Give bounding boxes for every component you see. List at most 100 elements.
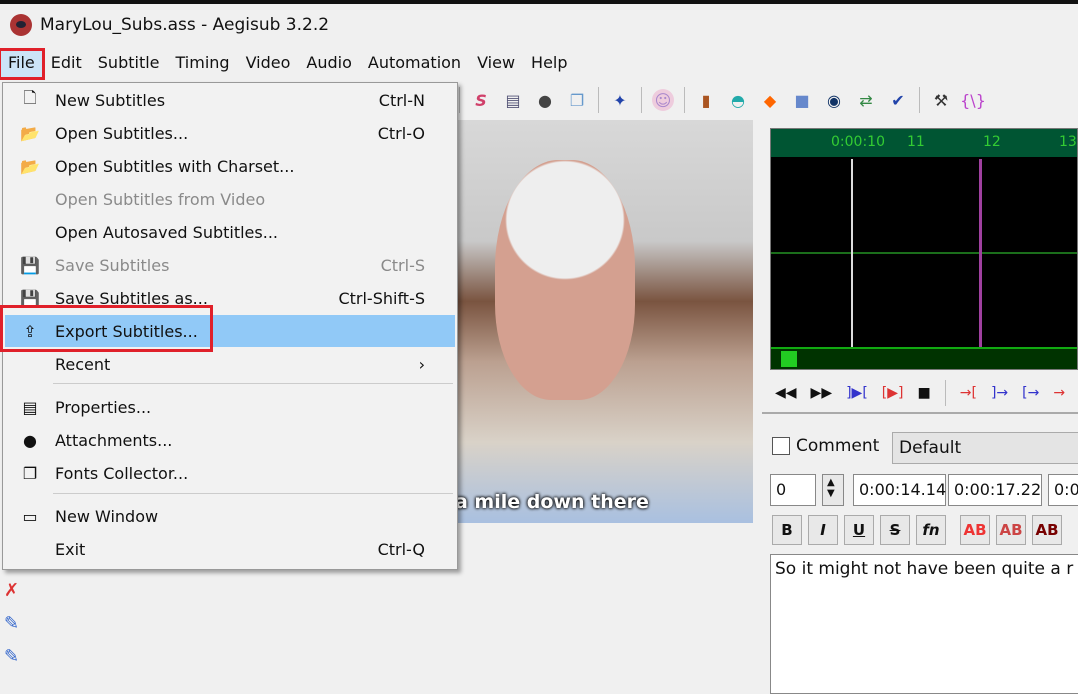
translation-icon[interactable]: ◓	[727, 89, 749, 111]
menu-subtitle[interactable]: Subtitle	[90, 50, 168, 78]
new-window-icon: ▭	[22, 506, 38, 526]
menu-item-new-subtitles[interactable]: 🗋 New Subtitles Ctrl-N	[5, 84, 455, 116]
bold-button[interactable]: B	[772, 515, 802, 545]
play-end-icon[interactable]: →	[1053, 385, 1065, 401]
scroll-thumb[interactable]	[781, 351, 797, 367]
menu-item-exit[interactable]: Exit Ctrl-Q	[5, 533, 455, 565]
comment-checkbox[interactable]: Comment	[772, 436, 879, 456]
audio-scrollbar[interactable]	[771, 347, 1077, 369]
spell-check-icon[interactable]: ✔	[887, 89, 909, 111]
fonts-collector-icon: ❐	[22, 463, 38, 483]
menu-item-open-subtitles-from-video[interactable]: Open Subtitles from Video	[5, 183, 455, 215]
duration-field[interactable]: 0:0	[1048, 474, 1078, 506]
menu-item-attachments[interactable]: ● Attachments...	[5, 424, 455, 456]
menu-file[interactable]: File	[0, 48, 45, 80]
tick-label: 11	[907, 134, 925, 150]
menu-item-fonts-collector[interactable]: ❐ Fonts Collector...	[5, 457, 455, 489]
styles-manager-icon[interactable]: S	[470, 89, 492, 111]
style-select[interactable]: Default	[892, 432, 1078, 464]
menu-item-label: Recent	[55, 354, 111, 374]
menu-item-open-autosaved-subtitles[interactable]: Open Autosaved Subtitles...	[5, 216, 455, 248]
italic-button[interactable]: I	[808, 515, 838, 545]
menu-item-open-subtitles[interactable]: 📂 Open Subtitles... Ctrl-O	[5, 117, 455, 149]
toolbar-separator	[684, 87, 685, 113]
menu-help[interactable]: Help	[523, 50, 575, 78]
font-button[interactable]: fn	[916, 515, 946, 545]
menu-item-properties[interactable]: ▤ Properties...	[5, 391, 455, 423]
menu-separator	[53, 493, 453, 494]
post-processor-icon[interactable]: ■	[791, 89, 813, 111]
attachment-icon: ●	[23, 430, 37, 450]
secondary-color-button[interactable]: AB	[996, 515, 1026, 545]
menu-item-new-window[interactable]: ▭ New Window	[5, 500, 455, 532]
menu-item-open-subtitles-with-charset[interactable]: 📂 Open Subtitles with Charset...	[5, 150, 455, 182]
menu-item-label: Open Subtitles from Video	[55, 189, 266, 209]
menu-automation[interactable]: Automation	[360, 50, 469, 78]
stop-icon[interactable]: ■	[918, 385, 931, 401]
drag-tool-icon[interactable]: ✎	[4, 613, 19, 634]
toolbar-separator	[641, 87, 642, 113]
screen-top-edge	[0, 0, 1078, 4]
attachments-icon[interactable]: ●	[534, 89, 556, 111]
resample-icon[interactable]: ▮	[695, 89, 717, 111]
kanji-timer-icon[interactable]: ◆	[759, 89, 781, 111]
video-subtitle: a mile down there	[455, 491, 649, 513]
audio-controls: ◀◀ ▶▶ ]▶[ [▶] ■ →[ ]→ [→ →	[775, 380, 1065, 406]
selection-start-marker[interactable]	[851, 159, 853, 347]
tag-toggle-icon[interactable]: {\}	[960, 89, 986, 111]
layer-spinner[interactable]: ▲ ▼	[822, 474, 844, 506]
menu-audio[interactable]: Audio	[298, 50, 359, 78]
start-time-field[interactable]: 0:00:14.14	[853, 474, 946, 506]
timing-icon[interactable]: ◉	[823, 89, 845, 111]
menu-edit[interactable]: Edit	[43, 50, 90, 78]
end-time-field[interactable]: 0:00:17.22	[948, 474, 1042, 506]
tick-label: 0:00:10	[831, 134, 885, 150]
underline-button[interactable]: U	[844, 515, 874, 545]
save-icon: 💾	[20, 255, 40, 275]
menu-view[interactable]: View	[469, 50, 523, 78]
checkbox[interactable]	[772, 437, 790, 455]
menu-item-label: New Window	[55, 506, 159, 526]
properties-icon[interactable]: ▤	[502, 89, 524, 111]
menu-item-shortcut: Ctrl-S	[380, 255, 425, 275]
vector-clip-icon[interactable]: ✗	[4, 580, 19, 601]
drag-tool-icon[interactable]: ✎	[4, 646, 19, 667]
options-icon[interactable]: ⚒	[930, 89, 952, 111]
tick-label: 12	[983, 134, 1001, 150]
toolbar-separator	[459, 87, 460, 113]
menu-video[interactable]: Video	[238, 50, 299, 78]
outline-color-button[interactable]: AB	[1032, 515, 1062, 545]
layer-field[interactable]: 0	[770, 474, 816, 506]
toolbar-separator	[919, 87, 920, 113]
subtitle-text-input[interactable]: So it might not have been quite a r	[770, 554, 1078, 694]
play-selection-icon[interactable]: ]▶[	[846, 385, 868, 401]
find-replace-icon[interactable]: ⇄	[855, 89, 877, 111]
menu-item-save-subtitles[interactable]: 💾 Save Subtitles Ctrl-S	[5, 249, 455, 281]
menubar: File Edit Subtitle Timing Video Audio Au…	[0, 48, 576, 80]
play-after-icon[interactable]: ]→	[991, 385, 1008, 401]
menu-item-label: Open Subtitles with Charset...	[55, 156, 295, 176]
subtitle-edit-box: Comment Default 0 ▲ ▼ 0:00:14.14 0:00:17.…	[762, 412, 1078, 694]
video-display[interactable]: a mile down there	[455, 120, 753, 523]
menu-item-label: Fonts Collector...	[55, 463, 189, 483]
strikeout-button[interactable]: S	[880, 515, 910, 545]
fonts-collector-icon[interactable]: ❐	[566, 89, 588, 111]
audio-timeline-ruler: 0:00:10 11 12 13	[771, 129, 1077, 157]
toolbar-separator	[598, 87, 599, 113]
play-begin-icon[interactable]: [→	[1022, 385, 1039, 401]
assistant-icon[interactable]: ☺	[652, 89, 674, 111]
menu-separator	[53, 383, 453, 384]
automation-icon[interactable]: ✦	[609, 89, 631, 111]
menu-timing[interactable]: Timing	[168, 50, 238, 78]
primary-color-button[interactable]: AB	[960, 515, 990, 545]
play-line-icon[interactable]: [▶]	[882, 385, 904, 401]
next-line-icon[interactable]: ▶▶	[811, 385, 833, 401]
annotation-highlight-box	[0, 305, 213, 352]
menu-item-label: Save Subtitles	[55, 255, 170, 275]
window-title: MaryLou_Subs.ass - Aegisub 3.2.2	[40, 15, 330, 35]
play-before-icon[interactable]: →[	[960, 385, 977, 401]
title-bar: MaryLou_Subs.ass - Aegisub 3.2.2	[10, 14, 329, 36]
previous-line-icon[interactable]: ◀◀	[775, 385, 797, 401]
audio-waveform[interactable]: 0:00:10 11 12 13	[770, 128, 1078, 370]
menu-item-recent[interactable]: Recent ›	[5, 348, 455, 380]
